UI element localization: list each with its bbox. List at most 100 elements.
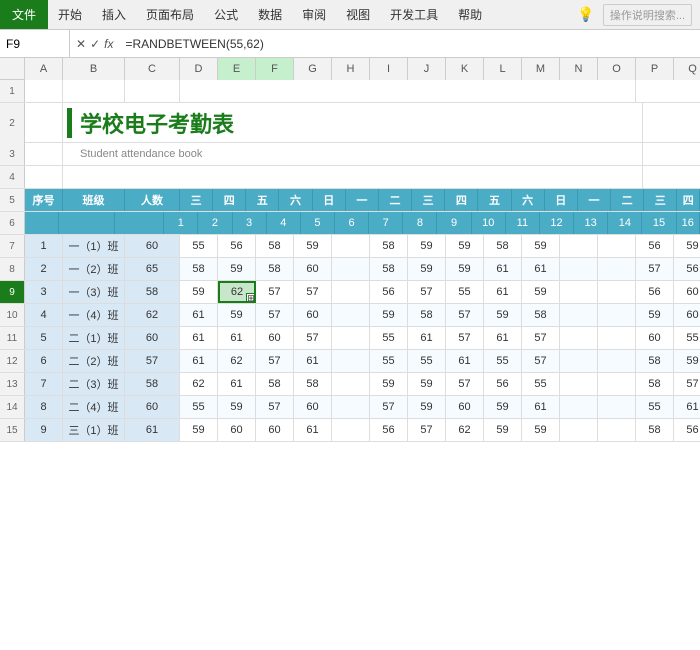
cell-val-r1-c6[interactable]: 59 [408, 235, 446, 257]
cell-val-r6-c10[interactable] [560, 350, 598, 372]
cell-val-r8-c9[interactable]: 61 [522, 396, 560, 418]
cell-val-r9-c0[interactable]: 59 [180, 419, 218, 441]
cell-val-r4-c3[interactable]: 60 [294, 304, 332, 326]
cell-val-r2-c10[interactable] [560, 258, 598, 280]
cell-val-r2-c8[interactable]: 61 [484, 258, 522, 280]
cell-val-r3-c12[interactable]: 56 [636, 281, 674, 303]
cell-class-9[interactable]: 三（1）班 [63, 419, 125, 441]
cell-val-r3-c11[interactable] [598, 281, 636, 303]
cell-val-r2-c9[interactable]: 61 [522, 258, 560, 280]
cell-val-r3-c3[interactable]: 57 [294, 281, 332, 303]
cell-val-r6-c12[interactable]: 58 [636, 350, 674, 372]
menu-item-插入[interactable]: 插入 [92, 0, 136, 29]
cell-val-r3-c1[interactable]: ⊞62 [218, 281, 256, 303]
menu-item-帮助[interactable]: 帮助 [448, 0, 492, 29]
cell-1-A[interactable] [25, 80, 63, 102]
cell-1-rest[interactable] [180, 80, 636, 102]
cell-seq-4[interactable]: 4 [25, 304, 63, 326]
cell-val-r6-c7[interactable]: 61 [446, 350, 484, 372]
cell-val-r6-c2[interactable]: 57 [256, 350, 294, 372]
cell-val-r8-c11[interactable] [598, 396, 636, 418]
cell-val-r5-c9[interactable]: 57 [522, 327, 560, 349]
cell-val-r8-c4[interactable] [332, 396, 370, 418]
cell-val-r6-c5[interactable]: 55 [370, 350, 408, 372]
cell-val-r4-c13[interactable]: 60 [674, 304, 700, 326]
cell-val-r8-c2[interactable]: 57 [256, 396, 294, 418]
cancel-icon[interactable]: ✕ [76, 37, 86, 51]
cell-class-7[interactable]: 二（3）班 [63, 373, 125, 395]
cell-val-r9-c12[interactable]: 58 [636, 419, 674, 441]
cell-val-r5-c8[interactable]: 61 [484, 327, 522, 349]
cell-val-r1-c2[interactable]: 58 [256, 235, 294, 257]
cell-val-r7-c9[interactable]: 55 [522, 373, 560, 395]
cell-val-r9-c13[interactable]: 56 [674, 419, 700, 441]
formula-input[interactable] [119, 37, 700, 51]
cell-val-r7-c11[interactable] [598, 373, 636, 395]
cell-val-r4-c1[interactable]: 59 [218, 304, 256, 326]
cell-seq-1[interactable]: 1 [25, 235, 63, 257]
cell-val-r3-c0[interactable]: 59 [180, 281, 218, 303]
cell-class-3[interactable]: 一（3）班 [63, 281, 125, 303]
cell-val-r1-c3[interactable]: 59 [294, 235, 332, 257]
cell-1-B[interactable] [63, 80, 125, 102]
cell-val-r5-c13[interactable]: 55 [674, 327, 700, 349]
cell-val-r1-c5[interactable]: 58 [370, 235, 408, 257]
cell-val-r8-c8[interactable]: 59 [484, 396, 522, 418]
cell-seq-3[interactable]: 3 [25, 281, 63, 303]
cell-val-r9-c6[interactable]: 57 [408, 419, 446, 441]
cell-val-r5-c3[interactable]: 57 [294, 327, 332, 349]
cell-val-r6-c1[interactable]: 62 [218, 350, 256, 372]
cell-val-r1-c7[interactable]: 59 [446, 235, 484, 257]
cell-val-r2-c5[interactable]: 58 [370, 258, 408, 280]
cell-val-r2-c13[interactable]: 56 [674, 258, 700, 280]
cell-val-r8-c13[interactable]: 61 [674, 396, 700, 418]
cell-val-r1-c9[interactable]: 59 [522, 235, 560, 257]
cell-val-r2-c4[interactable] [332, 258, 370, 280]
cell-val-r4-c8[interactable]: 59 [484, 304, 522, 326]
cell-val-r4-c5[interactable]: 59 [370, 304, 408, 326]
cell-val-r7-c4[interactable] [332, 373, 370, 395]
cell-val-r3-c13[interactable]: 60 [674, 281, 700, 303]
cell-val-r3-c8[interactable]: 61 [484, 281, 522, 303]
cell-class-4[interactable]: 一（4）班 [63, 304, 125, 326]
cell-val-r1-c13[interactable]: 59 [674, 235, 700, 257]
cell-val-r5-c10[interactable] [560, 327, 598, 349]
cell-val-r9-c7[interactable]: 62 [446, 419, 484, 441]
cell-seq-6[interactable]: 6 [25, 350, 63, 372]
cell-val-r3-c10[interactable] [560, 281, 598, 303]
cell-val-r8-c7[interactable]: 60 [446, 396, 484, 418]
cell-val-r6-c4[interactable] [332, 350, 370, 372]
cell-1-C[interactable] [125, 80, 180, 102]
cell-val-r2-c2[interactable]: 58 [256, 258, 294, 280]
cell-count-8[interactable]: 60 [125, 396, 180, 418]
cell-val-r5-c1[interactable]: 61 [218, 327, 256, 349]
cell-val-r7-c1[interactable]: 61 [218, 373, 256, 395]
menu-item-开发工具[interactable]: 开发工具 [380, 0, 448, 29]
cell-val-r8-c5[interactable]: 57 [370, 396, 408, 418]
cell-val-r1-c8[interactable]: 58 [484, 235, 522, 257]
cell-seq-5[interactable]: 5 [25, 327, 63, 349]
confirm-icon[interactable]: ✓ [90, 37, 100, 51]
cell-val-r9-c1[interactable]: 60 [218, 419, 256, 441]
cell-count-3[interactable]: 58 [125, 281, 180, 303]
cell-count-9[interactable]: 61 [125, 419, 180, 441]
menu-item-数据[interactable]: 数据 [248, 0, 292, 29]
cell-count-1[interactable]: 60 [125, 235, 180, 257]
cell-count-4[interactable]: 62 [125, 304, 180, 326]
cell-subtitle[interactable]: Student attendance book [63, 143, 643, 165]
cell-val-r7-c13[interactable]: 57 [674, 373, 700, 395]
cell-val-r1-c1[interactable]: 56 [218, 235, 256, 257]
menu-item-公式[interactable]: 公式 [204, 0, 248, 29]
cell-val-r5-c7[interactable]: 57 [446, 327, 484, 349]
cell-val-r7-c8[interactable]: 56 [484, 373, 522, 395]
cell-val-r1-c11[interactable] [598, 235, 636, 257]
cell-count-6[interactable]: 57 [125, 350, 180, 372]
cell-val-r1-c4[interactable] [332, 235, 370, 257]
cell-seq-9[interactable]: 9 [25, 419, 63, 441]
cell-val-r2-c1[interactable]: 59 [218, 258, 256, 280]
cell-val-r3-c2[interactable]: 57 [256, 281, 294, 303]
cell-val-r4-c2[interactable]: 57 [256, 304, 294, 326]
cell-val-r6-c3[interactable]: 61 [294, 350, 332, 372]
cell-val-r5-c12[interactable]: 60 [636, 327, 674, 349]
cell-val-r9-c2[interactable]: 60 [256, 419, 294, 441]
